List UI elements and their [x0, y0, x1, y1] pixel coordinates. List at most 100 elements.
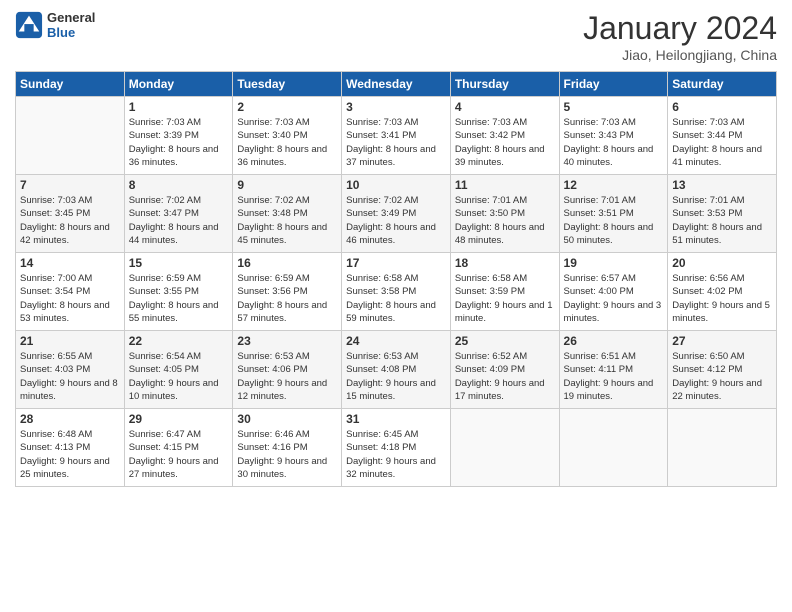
day-cell: 3 Sunrise: 7:03 AM Sunset: 3:41 PM Daylig…: [342, 97, 451, 175]
day-info: Sunrise: 6:48 AM Sunset: 4:13 PM Dayligh…: [20, 428, 120, 481]
calendar-page: General Blue January 2024 Jiao, Heilongj…: [0, 0, 792, 612]
day-number: 14: [20, 256, 120, 270]
day-cell: 16 Sunrise: 6:59 AM Sunset: 3:56 PM Dayli…: [233, 253, 342, 331]
weekday-header-friday: Friday: [559, 72, 668, 97]
day-number: 15: [129, 256, 229, 270]
day-number: 11: [455, 178, 555, 192]
day-cell: 27 Sunrise: 6:50 AM Sunset: 4:12 PM Dayli…: [668, 331, 777, 409]
day-cell: 2 Sunrise: 7:03 AM Sunset: 3:40 PM Daylig…: [233, 97, 342, 175]
day-number: 27: [672, 334, 772, 348]
day-cell: 25Sunrise: 6:52 AM Sunset: 4:09 PM Dayli…: [450, 331, 559, 409]
day-cell: 21 Sunrise: 6:55 AM Sunset: 4:03 PM Dayli…: [16, 331, 125, 409]
day-number: 10: [346, 178, 446, 192]
day-cell: 20Sunrise: 6:56 AM Sunset: 4:02 PM Dayli…: [668, 253, 777, 331]
day-info: Sunrise: 6:58 AM Sunset: 3:58 PM Dayligh…: [346, 272, 446, 325]
weekday-header-row: SundayMondayTuesdayWednesdayThursdayFrid…: [16, 72, 777, 97]
day-number: 24: [346, 334, 446, 348]
day-number: 22: [129, 334, 229, 348]
day-number: 18: [455, 256, 555, 270]
week-row-4: 21 Sunrise: 6:55 AM Sunset: 4:03 PM Dayli…: [16, 331, 777, 409]
weekday-header-sunday: Sunday: [16, 72, 125, 97]
day-cell: 4 Sunrise: 7:03 AM Sunset: 3:42 PM Daylig…: [450, 97, 559, 175]
day-cell: [668, 409, 777, 487]
logo-blue: Blue: [47, 25, 95, 40]
day-number: 3: [346, 100, 446, 114]
week-row-1: 1 Sunrise: 7:03 AM Sunset: 3:39 PM Daylig…: [16, 97, 777, 175]
day-number: 31: [346, 412, 446, 426]
day-number: 8: [129, 178, 229, 192]
week-row-2: 7 Sunrise: 7:03 AM Sunset: 3:45 PM Daylig…: [16, 175, 777, 253]
day-number: 6: [672, 100, 772, 114]
day-info: Sunrise: 7:03 AM Sunset: 3:42 PM Dayligh…: [455, 116, 555, 169]
week-row-3: 14 Sunrise: 7:00 AM Sunset: 3:54 PM Dayli…: [16, 253, 777, 331]
day-number: 30: [237, 412, 337, 426]
logo-icon: [15, 11, 43, 39]
day-info: Sunrise: 6:58 AM Sunset: 3:59 PM Dayligh…: [455, 272, 555, 325]
day-cell: 12Sunrise: 7:01 AM Sunset: 3:51 PM Dayli…: [559, 175, 668, 253]
day-info: Sunrise: 6:50 AM Sunset: 4:12 PM Dayligh…: [672, 350, 772, 403]
day-info: Sunrise: 7:03 AM Sunset: 3:39 PM Dayligh…: [129, 116, 229, 169]
day-info: Sunrise: 7:03 AM Sunset: 3:45 PM Dayligh…: [20, 194, 120, 247]
day-info: Sunrise: 6:46 AM Sunset: 4:16 PM Dayligh…: [237, 428, 337, 481]
day-info: Sunrise: 7:03 AM Sunset: 3:40 PM Dayligh…: [237, 116, 337, 169]
day-number: 12: [564, 178, 664, 192]
day-number: 17: [346, 256, 446, 270]
day-cell: 24 Sunrise: 6:53 AM Sunset: 4:08 PM Dayli…: [342, 331, 451, 409]
day-cell: 7 Sunrise: 7:03 AM Sunset: 3:45 PM Daylig…: [16, 175, 125, 253]
day-number: 21: [20, 334, 120, 348]
day-info: Sunrise: 7:03 AM Sunset: 3:44 PM Dayligh…: [672, 116, 772, 169]
day-number: 1: [129, 100, 229, 114]
day-number: 5: [564, 100, 664, 114]
day-info: Sunrise: 7:00 AM Sunset: 3:54 PM Dayligh…: [20, 272, 120, 325]
day-cell: 17 Sunrise: 6:58 AM Sunset: 3:58 PM Dayli…: [342, 253, 451, 331]
day-info: Sunrise: 6:59 AM Sunset: 3:55 PM Dayligh…: [129, 272, 229, 325]
logo-text: General Blue: [47, 10, 95, 40]
day-number: 25: [455, 334, 555, 348]
day-cell: [450, 409, 559, 487]
day-cell: 19Sunrise: 6:57 AM Sunset: 4:00 PM Dayli…: [559, 253, 668, 331]
day-info: Sunrise: 7:03 AM Sunset: 3:43 PM Dayligh…: [564, 116, 664, 169]
day-cell: 31 Sunrise: 6:45 AM Sunset: 4:18 PM Dayli…: [342, 409, 451, 487]
logo: General Blue: [15, 10, 95, 40]
day-number: 23: [237, 334, 337, 348]
day-cell: 18 Sunrise: 6:58 AM Sunset: 3:59 PM Dayli…: [450, 253, 559, 331]
day-number: 20: [672, 256, 772, 270]
day-info: Sunrise: 6:53 AM Sunset: 4:06 PM Dayligh…: [237, 350, 337, 403]
day-cell: 13Sunrise: 7:01 AM Sunset: 3:53 PM Dayli…: [668, 175, 777, 253]
location: Jiao, Heilongjiang, China: [583, 47, 777, 63]
day-info: Sunrise: 6:55 AM Sunset: 4:03 PM Dayligh…: [20, 350, 120, 403]
day-cell: 15 Sunrise: 6:59 AM Sunset: 3:55 PM Dayli…: [124, 253, 233, 331]
day-info: Sunrise: 6:47 AM Sunset: 4:15 PM Dayligh…: [129, 428, 229, 481]
day-cell: 26Sunrise: 6:51 AM Sunset: 4:11 PM Dayli…: [559, 331, 668, 409]
day-info: Sunrise: 7:02 AM Sunset: 3:48 PM Dayligh…: [237, 194, 337, 247]
day-cell: 8 Sunrise: 7:02 AM Sunset: 3:47 PM Daylig…: [124, 175, 233, 253]
day-info: Sunrise: 6:53 AM Sunset: 4:08 PM Dayligh…: [346, 350, 446, 403]
weekday-header-wednesday: Wednesday: [342, 72, 451, 97]
day-info: Sunrise: 6:59 AM Sunset: 3:56 PM Dayligh…: [237, 272, 337, 325]
day-number: 16: [237, 256, 337, 270]
day-number: 2: [237, 100, 337, 114]
day-cell: 11 Sunrise: 7:01 AM Sunset: 3:50 PM Dayli…: [450, 175, 559, 253]
day-number: 7: [20, 178, 120, 192]
title-area: January 2024 Jiao, Heilongjiang, China: [583, 10, 777, 63]
weekday-header-monday: Monday: [124, 72, 233, 97]
day-number: 29: [129, 412, 229, 426]
day-cell: 30 Sunrise: 6:46 AM Sunset: 4:16 PM Dayli…: [233, 409, 342, 487]
day-cell: 6 Sunrise: 7:03 AM Sunset: 3:44 PM Daylig…: [668, 97, 777, 175]
day-cell: 28 Sunrise: 6:48 AM Sunset: 4:13 PM Dayli…: [16, 409, 125, 487]
day-cell: 23 Sunrise: 6:53 AM Sunset: 4:06 PM Dayli…: [233, 331, 342, 409]
day-info: Sunrise: 7:02 AM Sunset: 3:49 PM Dayligh…: [346, 194, 446, 247]
day-info: Sunrise: 7:02 AM Sunset: 3:47 PM Dayligh…: [129, 194, 229, 247]
header: General Blue January 2024 Jiao, Heilongj…: [15, 10, 777, 63]
logo-general: General: [47, 10, 95, 25]
day-info: Sunrise: 7:03 AM Sunset: 3:41 PM Dayligh…: [346, 116, 446, 169]
weekday-header-tuesday: Tuesday: [233, 72, 342, 97]
day-number: 4: [455, 100, 555, 114]
day-cell: 22Sunrise: 6:54 AM Sunset: 4:05 PM Dayli…: [124, 331, 233, 409]
day-info: Sunrise: 7:01 AM Sunset: 3:50 PM Dayligh…: [455, 194, 555, 247]
day-info: Sunrise: 6:51 AM Sunset: 4:11 PM Dayligh…: [564, 350, 664, 403]
day-cell: 5 Sunrise: 7:03 AM Sunset: 3:43 PM Daylig…: [559, 97, 668, 175]
day-number: 28: [20, 412, 120, 426]
day-number: 9: [237, 178, 337, 192]
day-info: Sunrise: 6:45 AM Sunset: 4:18 PM Dayligh…: [346, 428, 446, 481]
